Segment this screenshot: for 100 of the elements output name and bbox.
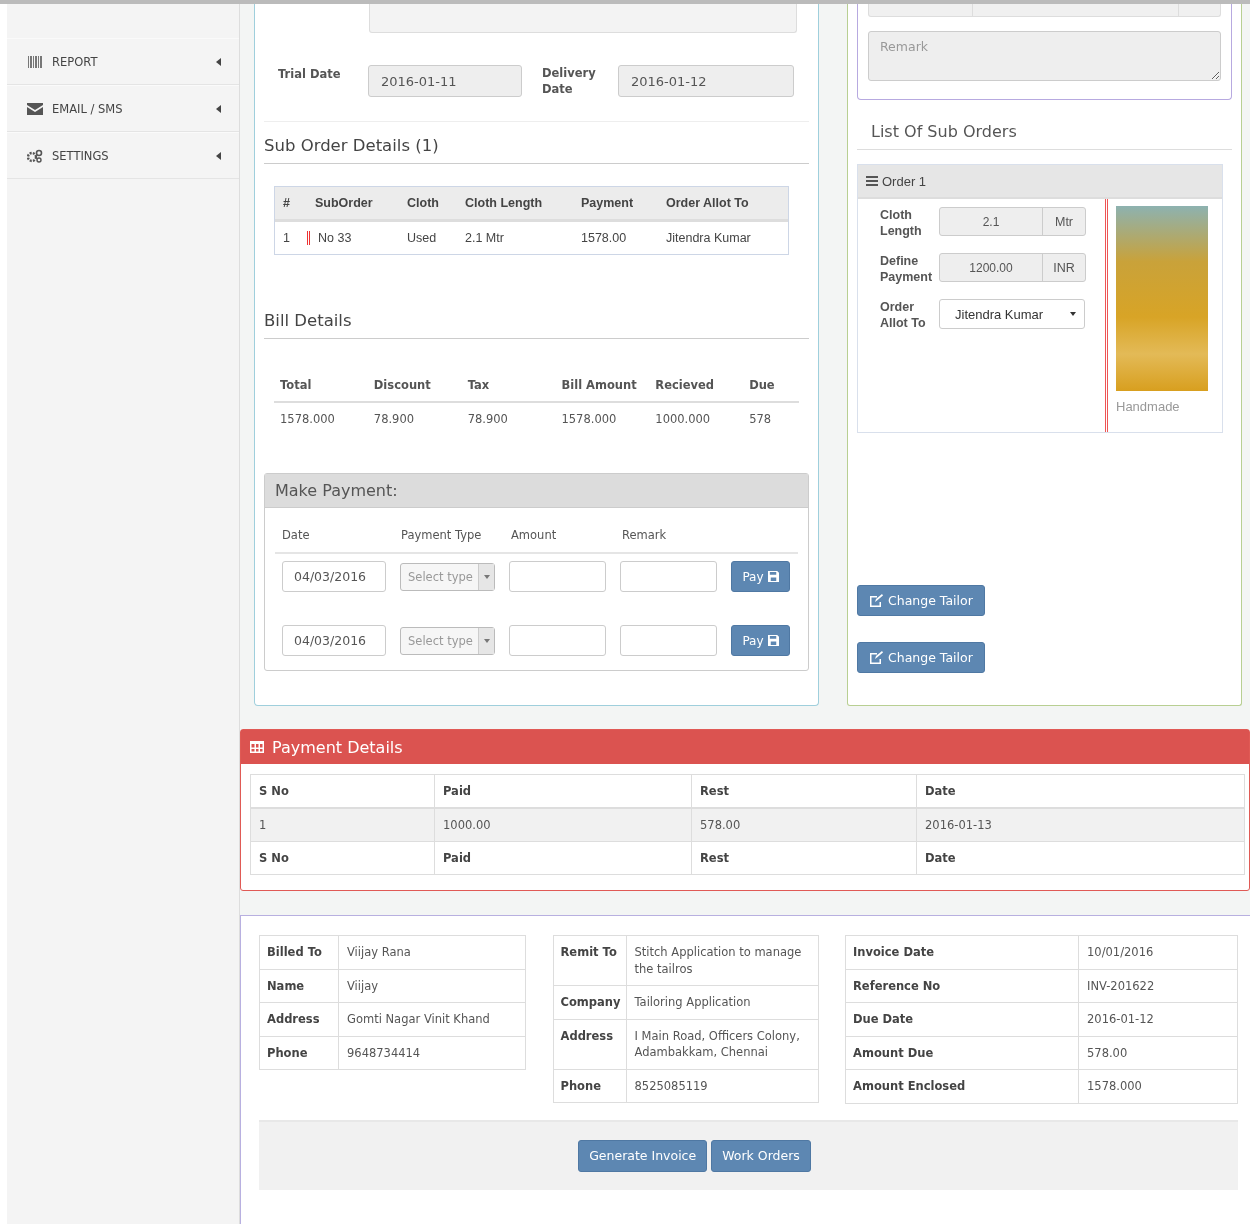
table-cell-text: 578 [748, 412, 773, 426]
table-cell: Phone [260, 1036, 339, 1069]
unit-addon: Mtr [1053, 213, 1075, 231]
table-cell-text: Jitendra Kumar [665, 231, 752, 245]
amount-field[interactable] [509, 561, 606, 592]
table-cell: Address [553, 1019, 627, 1069]
action-button[interactable]: Work Orders [711, 1139, 811, 1172]
caret-icon [1070, 312, 1076, 316]
field-label: Define Payment [880, 253, 934, 285]
field-label: Cloth Length [880, 207, 923, 239]
table-cell-text: 1578.000 [560, 412, 618, 426]
column-footer: S No [251, 842, 434, 874]
table-cell-text: 2016-01-12 [1086, 1011, 1155, 1028]
sidebar-item[interactable]: REPORT [7, 38, 239, 85]
table-cell: 578.00 [691, 809, 916, 841]
table-cell-text: 1 [282, 231, 291, 245]
section-title: Bill Details [264, 311, 809, 339]
table-cell-text: I Main Road, Officers Colony, Adambakkam, Chennai [633, 1027, 801, 1061]
caret-icon [483, 638, 490, 643]
table-cell-text: 1578.000 [279, 412, 336, 426]
tailor-select[interactable]: Jitendra Kumar [939, 299, 1085, 329]
table-cell: Billed To [260, 936, 339, 969]
column-header: SubOrder [314, 196, 374, 210]
table-cell-text: 578.00 [1086, 1044, 1129, 1062]
table-cell-text: Tailoring Application [633, 994, 752, 1011]
photo-caption: Handmade [1116, 399, 1181, 414]
column-header: # [282, 196, 291, 210]
field-label: Delivery Date [542, 65, 597, 97]
column-header: Amount [510, 528, 558, 542]
amount-field[interactable] [509, 625, 606, 656]
delivery-date-field[interactable]: 2016-01-12 [618, 65, 794, 97]
table-cell-text: 1 [258, 817, 268, 834]
table-icon [250, 741, 264, 753]
column-footer: Paid [434, 842, 691, 874]
remark-field[interactable]: Remark [868, 31, 1221, 81]
order-title: Order 1 [882, 173, 927, 189]
column-header: Discount [372, 378, 432, 392]
table-cell: Address [260, 1003, 339, 1036]
date-field[interactable]: 04/03/2016 [282, 561, 386, 592]
change-tailor-button[interactable]: Change Tailor [857, 642, 985, 673]
table-cell-text: Viijay [346, 977, 380, 995]
column-header: Tax [466, 378, 491, 392]
table-cell-text: 1578.00 [580, 231, 628, 245]
column-header: Remark [621, 528, 668, 542]
column-header: Payment [580, 196, 635, 210]
action-button[interactable]: Generate Invoice [578, 1139, 708, 1172]
section-title: Sub Order Details (1) [264, 136, 809, 164]
column-header: Cloth Length [464, 196, 544, 210]
edit-icon [869, 651, 883, 664]
table-cell: Remit To [553, 936, 627, 985]
change-tailor-button[interactable]: Change Tailor [857, 585, 985, 616]
table-cell: 1000.00 [434, 809, 691, 841]
remark-field[interactable] [620, 561, 717, 592]
value-field[interactable]: 2.1 [940, 208, 1043, 235]
column-header: Total [279, 378, 313, 392]
table-cell-text: 78.900 [466, 412, 509, 426]
field-label: Trial Date [278, 66, 342, 81]
column-header: Date [281, 528, 311, 542]
sidebar-item[interactable]: EMAIL / SMS [7, 85, 239, 132]
field-label: Order Allot To [880, 299, 927, 331]
section-title: List Of Sub Orders [857, 122, 1232, 150]
table-cell-text: 9648734414 [346, 1044, 422, 1062]
table-cell: 2016-01-13 [916, 809, 1244, 841]
column-header: Order Allot To [665, 196, 750, 210]
column-header: S No [258, 783, 290, 800]
pay-button[interactable]: Pay [731, 561, 790, 592]
column-header: Payment Type [400, 528, 483, 542]
date-field[interactable]: 04/03/2016 [282, 625, 386, 656]
remark-field[interactable] [620, 625, 717, 656]
unit-addon: INR [1052, 259, 1076, 277]
table-cell: Reference No [846, 969, 1079, 1002]
column-footer: Date [916, 842, 1244, 874]
caret-icon [483, 574, 490, 579]
table-cell: Invoice Date [846, 936, 1079, 969]
table-cell: Due Date [846, 1003, 1079, 1036]
table-cell: Amount Enclosed [846, 1070, 1079, 1103]
pay-button[interactable]: Pay [731, 625, 790, 656]
sidebar-item[interactable]: SETTINGS [7, 132, 239, 179]
gears-icon [27, 148, 43, 163]
table-cell: Name [260, 969, 339, 1002]
caret-icon [216, 104, 221, 113]
table-cell-text: 1578.000 [1086, 1078, 1143, 1095]
table-cell: Amount Due [846, 1036, 1079, 1069]
table-cell-text: Viijay Rana [346, 944, 412, 961]
table-cell-text: 10/01/2016 [1086, 944, 1155, 961]
table-cell: Phone [553, 1069, 627, 1102]
trial-date-field[interactable]: 2016-01-11 [368, 65, 522, 97]
column-header: Cloth [406, 196, 440, 210]
table-cell-text: Used [406, 231, 438, 245]
panel-title: Payment Details [272, 737, 403, 757]
table-cell-text: Stitch Application to manage the tailros [633, 944, 803, 978]
table-cell-text: 8525085119 [633, 1077, 709, 1095]
column-header: Bill Amount [560, 378, 638, 392]
barcode-icon [27, 55, 43, 68]
table-cell-text: Gomti Nagar Vinit Khand [346, 1011, 491, 1028]
list-icon [866, 176, 878, 186]
table-cell-text: 78.900 [372, 412, 416, 426]
make-payment-header: Make Payment: [265, 474, 808, 508]
value-field[interactable]: 1200.00 [940, 254, 1043, 281]
column-header: Due [748, 378, 776, 392]
